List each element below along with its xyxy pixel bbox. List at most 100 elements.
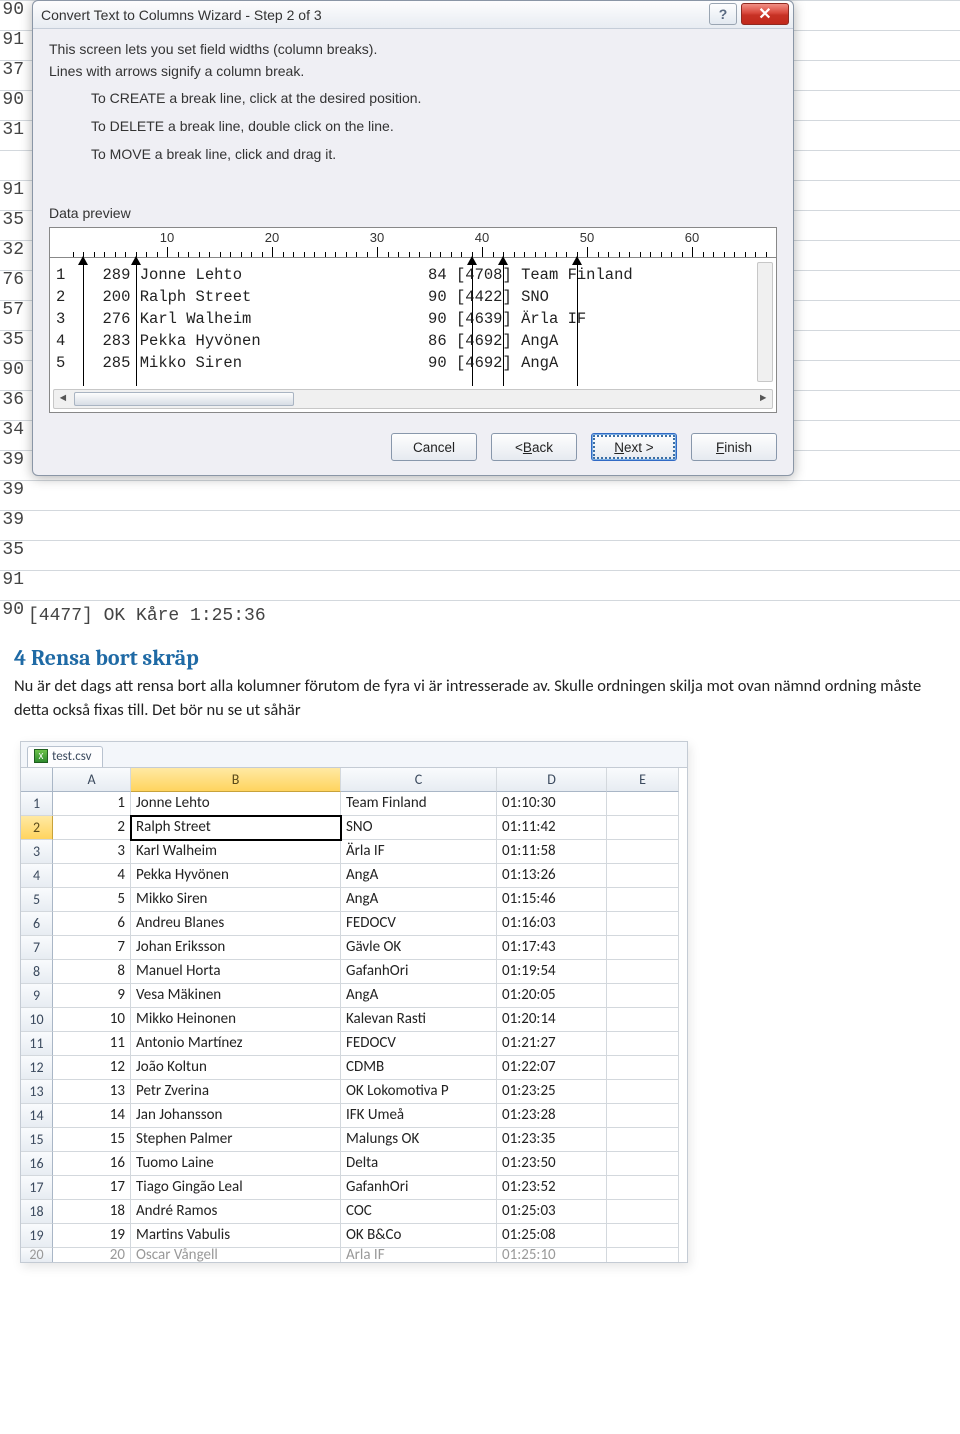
cell[interactable]: Oscar Vångell bbox=[131, 1248, 341, 1262]
cell[interactable]: 3 bbox=[53, 840, 131, 864]
row-header[interactable]: 15 bbox=[21, 1128, 53, 1152]
preview-vertical-scrollbar[interactable] bbox=[757, 262, 773, 382]
cell[interactable]: 14 bbox=[53, 1104, 131, 1128]
cell[interactable]: 15 bbox=[53, 1128, 131, 1152]
row-header[interactable]: 8 bbox=[21, 960, 53, 984]
cell[interactable]: Mikko Heinonen bbox=[131, 1008, 341, 1032]
cell[interactable]: Pekka Hyvönen bbox=[131, 864, 341, 888]
cell[interactable] bbox=[607, 1248, 679, 1262]
cell[interactable] bbox=[607, 1080, 679, 1104]
column-header[interactable]: A bbox=[53, 768, 131, 792]
cell[interactable]: 20 bbox=[53, 1248, 131, 1262]
row-header[interactable]: 12 bbox=[21, 1056, 53, 1080]
row-header[interactable]: 18 bbox=[21, 1200, 53, 1224]
cell[interactable]: 01:11:58 bbox=[497, 840, 607, 864]
cell[interactable]: 01:23:28 bbox=[497, 1104, 607, 1128]
workbook-tab[interactable]: X test.csv bbox=[27, 746, 103, 767]
cell[interactable]: Petr Zverina bbox=[131, 1080, 341, 1104]
cell[interactable]: AngA bbox=[341, 984, 497, 1008]
cell[interactable]: 12 bbox=[53, 1056, 131, 1080]
cell[interactable]: 17 bbox=[53, 1176, 131, 1200]
cell[interactable]: João Koltun bbox=[131, 1056, 341, 1080]
cell[interactable] bbox=[607, 792, 679, 816]
cell[interactable]: 6 bbox=[53, 912, 131, 936]
cell[interactable]: OK B&Co bbox=[341, 1224, 497, 1248]
cell[interactable]: CDMB bbox=[341, 1056, 497, 1080]
cell[interactable]: 01:20:05 bbox=[497, 984, 607, 1008]
cell[interactable]: IFK Umeå bbox=[341, 1104, 497, 1128]
cell[interactable]: Ralph Street bbox=[131, 816, 341, 840]
cell[interactable]: SNO bbox=[341, 816, 497, 840]
cell[interactable] bbox=[607, 1224, 679, 1248]
cell[interactable] bbox=[607, 888, 679, 912]
row-header[interactable]: 19 bbox=[21, 1224, 53, 1248]
cancel-button[interactable]: Cancel bbox=[391, 433, 477, 461]
cell[interactable]: Gävle OK bbox=[341, 936, 497, 960]
cell[interactable]: 01:23:35 bbox=[497, 1128, 607, 1152]
cell[interactable]: 8 bbox=[53, 960, 131, 984]
row-header[interactable]: 16 bbox=[21, 1152, 53, 1176]
cell[interactable] bbox=[607, 1152, 679, 1176]
cell[interactable]: FEDOCV bbox=[341, 1032, 497, 1056]
cell[interactable] bbox=[607, 1128, 679, 1152]
cell[interactable]: Tuomo Laine bbox=[131, 1152, 341, 1176]
cell[interactable]: Martins Vabulis bbox=[131, 1224, 341, 1248]
cell[interactable]: 01:19:54 bbox=[497, 960, 607, 984]
cell[interactable]: Jan Johansson bbox=[131, 1104, 341, 1128]
cell[interactable] bbox=[607, 816, 679, 840]
cell[interactable]: 01:16:03 bbox=[497, 912, 607, 936]
cell[interactable]: 2 bbox=[53, 816, 131, 840]
cell[interactable]: 01:20:14 bbox=[497, 1008, 607, 1032]
cell[interactable]: Jonne Lehto bbox=[131, 792, 341, 816]
scroll-thumb[interactable] bbox=[74, 392, 294, 406]
cell[interactable]: 7 bbox=[53, 936, 131, 960]
cell[interactable]: Johan Eriksson bbox=[131, 936, 341, 960]
cell[interactable]: 10 bbox=[53, 1008, 131, 1032]
row-header[interactable]: 4 bbox=[21, 864, 53, 888]
column-header[interactable]: C bbox=[341, 768, 497, 792]
cell[interactable]: 01:10:30 bbox=[497, 792, 607, 816]
cell[interactable]: 13 bbox=[53, 1080, 131, 1104]
cell[interactable]: Stephen Palmer bbox=[131, 1128, 341, 1152]
cell[interactable]: Malungs OK bbox=[341, 1128, 497, 1152]
next-button[interactable]: Next > bbox=[591, 433, 677, 461]
data-preview-area[interactable]: 102030405060 1 289 Jonne Lehto 84 [4708]… bbox=[49, 227, 777, 413]
row-header[interactable]: 17 bbox=[21, 1176, 53, 1200]
cell[interactable]: 01:25:03 bbox=[497, 1200, 607, 1224]
row-header[interactable]: 5 bbox=[21, 888, 53, 912]
column-header[interactable]: D bbox=[497, 768, 607, 792]
cell[interactable]: GafanhOri bbox=[341, 960, 497, 984]
cell[interactable]: 01:11:42 bbox=[497, 816, 607, 840]
preview-horizontal-scrollbar[interactable]: ◄ ► bbox=[53, 389, 773, 409]
row-header[interactable]: 2 bbox=[21, 816, 53, 840]
cell[interactable]: 01:23:50 bbox=[497, 1152, 607, 1176]
cell[interactable] bbox=[607, 1032, 679, 1056]
row-header[interactable]: 20 bbox=[21, 1248, 53, 1262]
cell[interactable]: GafanhOri bbox=[341, 1176, 497, 1200]
row-header[interactable]: 14 bbox=[21, 1104, 53, 1128]
cell[interactable] bbox=[607, 1176, 679, 1200]
spreadsheet-grid[interactable]: ABCDE11Jonne LehtoTeam Finland01:10:3022… bbox=[21, 768, 687, 1262]
back-button[interactable]: < Back bbox=[491, 433, 577, 461]
cell[interactable] bbox=[607, 1200, 679, 1224]
cell[interactable] bbox=[607, 984, 679, 1008]
cell[interactable]: 01:13:26 bbox=[497, 864, 607, 888]
cell[interactable] bbox=[607, 912, 679, 936]
cell[interactable]: FEDOCV bbox=[341, 912, 497, 936]
cell[interactable]: Ärla IF bbox=[341, 840, 497, 864]
dialog-titlebar[interactable]: Convert Text to Columns Wizard - Step 2 … bbox=[33, 1, 793, 29]
cell[interactable]: 01:15:46 bbox=[497, 888, 607, 912]
select-all-corner[interactable] bbox=[21, 768, 53, 792]
cell[interactable]: OK Lokomotiva P bbox=[341, 1080, 497, 1104]
cell[interactable]: Team Finland bbox=[341, 792, 497, 816]
cell[interactable]: Ärla IF bbox=[341, 1248, 497, 1262]
row-header[interactable]: 3 bbox=[21, 840, 53, 864]
row-header[interactable]: 7 bbox=[21, 936, 53, 960]
cell[interactable]: 19 bbox=[53, 1224, 131, 1248]
cell[interactable]: 01:22:07 bbox=[497, 1056, 607, 1080]
cell[interactable]: Andreu Blanes bbox=[131, 912, 341, 936]
cell[interactable]: 01:17:43 bbox=[497, 936, 607, 960]
cell[interactable]: 9 bbox=[53, 984, 131, 1008]
cell[interactable] bbox=[607, 1104, 679, 1128]
cell[interactable] bbox=[607, 936, 679, 960]
